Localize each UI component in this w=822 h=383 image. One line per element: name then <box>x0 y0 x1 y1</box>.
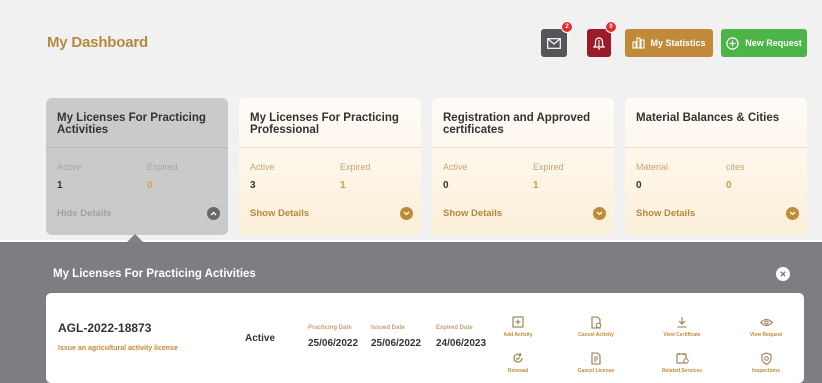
view-request-action[interactable]: View Request <box>736 315 796 338</box>
card-label-cities: cites <box>726 162 745 172</box>
cancel-activity-action[interactable]: Cancel Activity <box>566 315 626 338</box>
card-value-cities: 0 <box>726 180 732 191</box>
card-divider <box>625 147 807 148</box>
plus-circle-icon <box>726 36 739 50</box>
expand-icon[interactable] <box>593 207 606 220</box>
expired-date-label: Expired Date <box>436 325 473 331</box>
details-panel: My Licenses For Practicing Activities AG… <box>0 242 822 383</box>
renewal-action[interactable]: Renewal <box>488 351 548 374</box>
chart-icon <box>632 37 646 49</box>
cancel-license-label: Cancel License <box>577 368 615 374</box>
card-material-balances[interactable]: Material Balances & Cities Material cite… <box>625 98 807 235</box>
services-icon <box>675 351 689 365</box>
card-licenses-practicing-activities[interactable]: My Licenses For Practicing Activities Ac… <box>46 98 228 235</box>
card-label-active: Active <box>57 162 82 172</box>
card-value-material: 0 <box>636 180 642 191</box>
expired-date-value: 24/06/2023 <box>436 338 487 349</box>
card-value-expired: 0 <box>147 180 153 191</box>
issued-date-value: 25/06/2022 <box>371 338 422 349</box>
dashboard-header-area: My Dashboard 2 0 My Statistics New Reque… <box>0 0 822 240</box>
add-box-icon <box>511 315 525 329</box>
card-label-material: Material <box>636 162 669 172</box>
close-icon[interactable] <box>776 267 790 281</box>
card-title: My Licenses For Practicing Professional <box>250 112 399 136</box>
inspections-action[interactable]: Inspections <box>736 351 796 374</box>
card-value-expired: 1 <box>533 180 539 191</box>
my-statistics-label: My Statistics <box>650 38 706 48</box>
card-value-expired: 1 <box>340 180 346 191</box>
panel-title: My Licenses For Practicing Activities <box>53 268 256 280</box>
bell-icon <box>593 36 605 50</box>
card-label-expired: Expired <box>533 162 564 172</box>
notifications-button[interactable]: 0 <box>587 21 617 57</box>
license-number[interactable]: AGL-2022-18873 <box>58 321 151 335</box>
card-title: Registration and Approved certificates <box>443 112 591 136</box>
new-request-button[interactable]: New Request <box>721 29 807 57</box>
file-cancel-icon <box>589 315 603 329</box>
view-request-label: View Request <box>749 332 783 338</box>
issued-date-label: Issued Date <box>371 325 405 331</box>
messages-button[interactable]: 2 <box>541 21 573 57</box>
related-services-label: Related Services <box>661 368 703 374</box>
inspections-label: Inspections <box>752 368 780 374</box>
practicing-date-label: Practicing Date <box>308 325 352 331</box>
new-request-label: New Request <box>745 38 802 48</box>
practicing-date-value: 25/06/2022 <box>308 338 359 349</box>
card-value-active: 3 <box>250 180 256 191</box>
card-divider <box>432 147 614 148</box>
license-status: Active <box>245 333 276 344</box>
add-activity-label: Add Activity <box>503 332 533 338</box>
hide-details-link[interactable]: Hide Details <box>57 208 111 219</box>
card-value-active: 1 <box>57 180 63 191</box>
show-details-link[interactable]: Show Details <box>443 208 502 219</box>
card-label-expired: Expired <box>147 162 178 172</box>
show-details-link[interactable]: Show Details <box>250 208 309 219</box>
view-certificate-label: View Certificate <box>663 332 701 338</box>
cancel-license-action[interactable]: Cancel License <box>566 351 626 374</box>
renewal-label: Renewal <box>507 368 529 374</box>
card-title: My Licenses For Practicing Activities <box>57 112 206 136</box>
my-statistics-button[interactable]: My Statistics <box>625 29 713 57</box>
mail-icon <box>547 37 561 49</box>
file-x-icon <box>589 351 603 365</box>
license-row: AGL-2022-18873 Issue an agricultural act… <box>46 293 804 383</box>
cancel-activity-label: Cancel Activity <box>578 332 614 338</box>
license-description: Issue an agricultural activity license <box>58 345 178 352</box>
view-certificate-action[interactable]: View Certificate <box>652 315 712 338</box>
card-label-active: Active <box>250 162 275 172</box>
card-registration-certificates[interactable]: Registration and Approved certificates A… <box>432 98 614 235</box>
expand-icon[interactable] <box>400 207 413 220</box>
show-details-link[interactable]: Show Details <box>636 208 695 219</box>
expand-icon[interactable] <box>786 207 799 220</box>
card-divider <box>46 147 228 148</box>
page-title: My Dashboard <box>47 34 148 51</box>
notifications-count-badge: 0 <box>605 21 617 33</box>
card-licenses-practicing-professional[interactable]: My Licenses For Practicing Professional … <box>239 98 421 235</box>
card-value-active: 0 <box>443 180 449 191</box>
card-label-expired: Expired <box>340 162 371 172</box>
shield-icon <box>759 351 773 365</box>
card-label-active: Active <box>443 162 468 172</box>
related-services-action[interactable]: Related Services <box>652 351 712 374</box>
download-icon <box>675 315 689 329</box>
messages-count-badge: 2 <box>561 21 573 33</box>
add-activity-action[interactable]: Add Activity <box>488 315 548 338</box>
renew-icon <box>511 351 525 365</box>
eye-icon <box>759 315 773 329</box>
card-title: Material Balances & Cities <box>636 112 780 124</box>
card-divider <box>239 147 421 148</box>
collapse-icon[interactable] <box>207 207 220 220</box>
